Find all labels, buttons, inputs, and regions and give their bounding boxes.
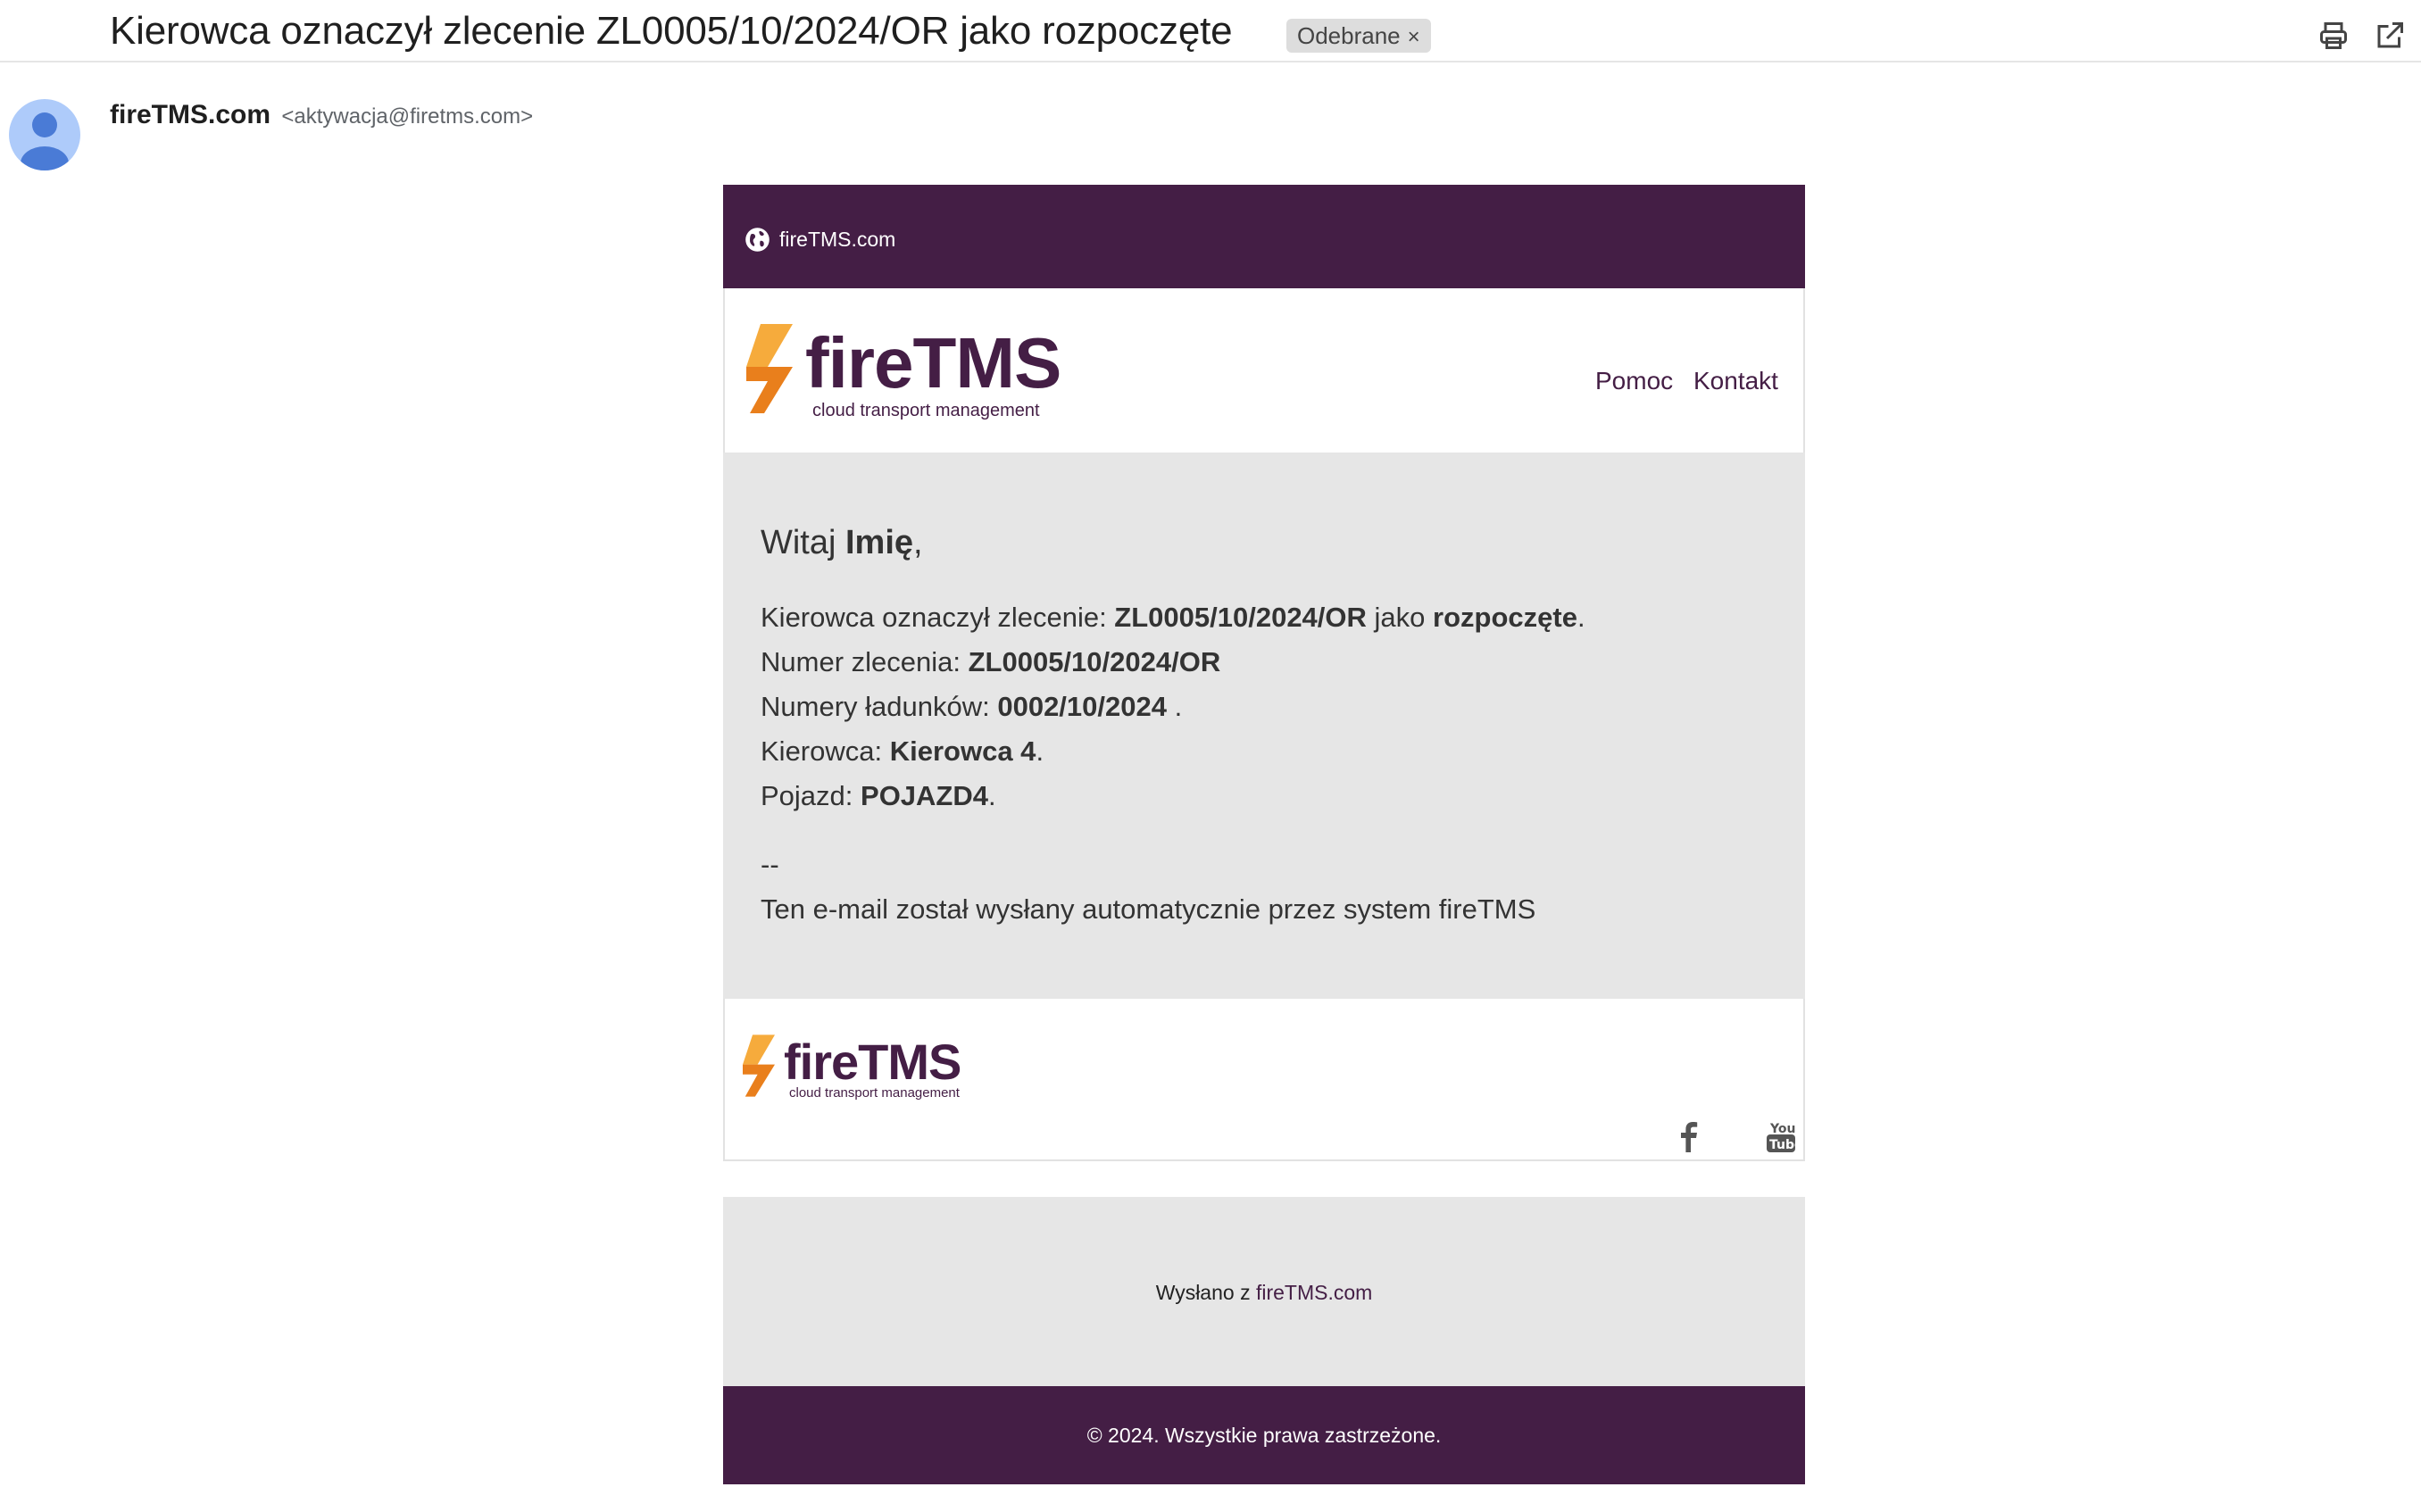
help-link[interactable]: Pomoc bbox=[1595, 367, 1673, 395]
email-body: fireTMS.com fireTMS cloud transport mana… bbox=[723, 185, 1805, 1484]
open-in-new-window-icon[interactable] bbox=[2374, 20, 2406, 52]
greeting-name: Imię bbox=[845, 524, 914, 561]
globe-icon bbox=[745, 228, 770, 252]
driver-value: Kierowca 4 bbox=[889, 735, 1036, 767]
sender-email: <aktywacja@firetms.com> bbox=[281, 104, 534, 129]
label-chip-text: Odebrane bbox=[1297, 22, 1401, 49]
firetms-footer-logo-word: fireTMS bbox=[784, 1034, 961, 1090]
subject-bar: Kierowca oznaczył zlecenie ZL0005/10/202… bbox=[0, 0, 2421, 62]
email-bottom-band: © 2024. Wszystkie prawa zastrzeżone. bbox=[723, 1386, 1805, 1484]
order-status: rozpoczęte bbox=[1433, 602, 1577, 633]
driver-line: Kierowca: Kierowca 4. bbox=[761, 735, 1044, 768]
load-numbers-value: 0002/10/2024 bbox=[997, 691, 1167, 722]
line-end: . bbox=[1577, 602, 1585, 633]
sent-from-prefix: Wysłano z bbox=[1155, 1281, 1256, 1304]
line-prefix: Pojazd: bbox=[761, 780, 861, 811]
signature-separator: -- bbox=[761, 849, 779, 880]
firetms-logo-tagline: cloud transport management bbox=[812, 401, 1040, 420]
firetms-logo-mark bbox=[746, 324, 793, 413]
load-numbers-line: Numery ładunków: 0002/10/2024 . bbox=[761, 691, 1182, 723]
order-number-line: Numer zlecenia: ZL0005/10/2024/OR bbox=[761, 646, 1220, 678]
youtube-icon[interactable]: You Tube bbox=[1763, 1118, 1803, 1154]
line-prefix: Numer zlecenia: bbox=[761, 646, 969, 677]
email-top-band: fireTMS.com bbox=[723, 185, 1805, 288]
greeting: Witaj Imię, bbox=[761, 524, 923, 562]
print-icon[interactable] bbox=[2317, 20, 2350, 52]
line-end: . bbox=[1166, 691, 1183, 722]
greeting-prefix: Witaj bbox=[761, 524, 845, 561]
header-site-link[interactable]: fireTMS.com bbox=[779, 228, 895, 252]
firetms-footer-logo-mark bbox=[743, 1034, 775, 1097]
greeting-suffix: , bbox=[913, 524, 923, 561]
person-icon bbox=[21, 112, 69, 170]
brand-row: fireTMS cloud transport management Pomoc… bbox=[723, 288, 1805, 453]
sent-from-line: Wysłano z fireTMS.com bbox=[723, 1281, 1805, 1305]
firetms-footer-logo-tagline: cloud transport management bbox=[789, 1085, 960, 1101]
sent-from-link[interactable]: fireTMS.com bbox=[1256, 1281, 1372, 1304]
line-mid: jako bbox=[1366, 602, 1434, 633]
signature-text: Ten e-mail został wysłany automatycznie … bbox=[761, 893, 1536, 925]
sender-line: fireTMS.com <aktywacja@firetms.com> bbox=[110, 100, 533, 130]
sender-name[interactable]: fireTMS.com bbox=[110, 100, 270, 129]
email-subject: Kierowca oznaczył zlecenie ZL0005/10/202… bbox=[110, 9, 1233, 53]
order-status-line: Kierowca oznaczył zlecenie: ZL0005/10/20… bbox=[761, 602, 1585, 634]
firetms-logo-word: fireTMS bbox=[805, 323, 1061, 403]
facebook-icon[interactable] bbox=[1671, 1118, 1707, 1154]
line-end: . bbox=[988, 780, 996, 811]
order-number-value: ZL0005/10/2024/OR bbox=[968, 646, 1221, 677]
order-number: ZL0005/10/2024/OR bbox=[1114, 602, 1367, 633]
contact-link[interactable]: Kontakt bbox=[1693, 367, 1778, 395]
sender-avatar[interactable] bbox=[9, 99, 80, 170]
remove-label-icon[interactable]: × bbox=[1408, 25, 1420, 49]
label-chip-inbox[interactable]: Odebrane × bbox=[1286, 19, 1431, 53]
svg-text:You: You bbox=[1769, 1122, 1795, 1136]
svg-text:Tube: Tube bbox=[1769, 1138, 1799, 1152]
sent-from-box: Wysłano z fireTMS.com bbox=[723, 1197, 1805, 1386]
footer-logo-row: fireTMS cloud transport management You T… bbox=[723, 999, 1805, 1161]
line-prefix: Kierowca: bbox=[761, 735, 890, 767]
vehicle-value: POJAZD4 bbox=[861, 780, 988, 811]
copyright-text: © 2024. Wszystkie prawa zastrzeżone. bbox=[1086, 1424, 1442, 1447]
line-prefix: Numery ładunków: bbox=[761, 691, 998, 722]
line-prefix: Kierowca oznaczył zlecenie: bbox=[761, 602, 1115, 633]
vehicle-line: Pojazd: POJAZD4. bbox=[761, 780, 996, 812]
line-end: . bbox=[1036, 735, 1044, 767]
email-content: Witaj Imię, Kierowca oznaczył zlecenie: … bbox=[723, 453, 1805, 999]
